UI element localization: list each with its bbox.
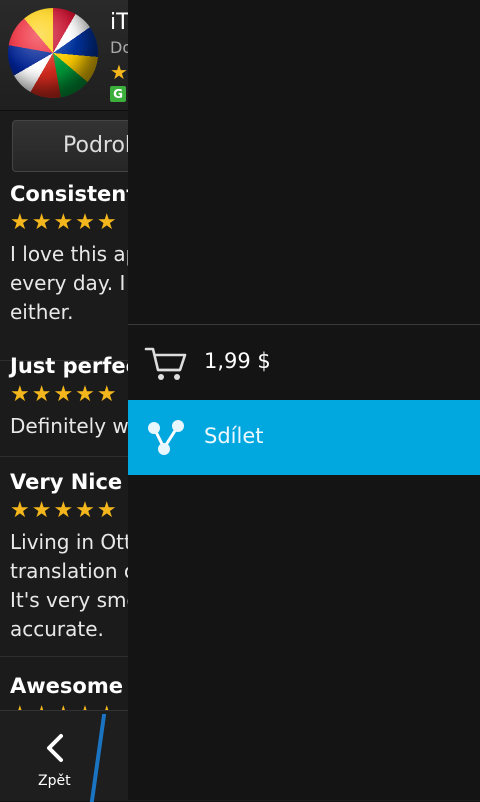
cart-icon xyxy=(144,347,187,380)
action-panel: 1,99 $ Sdílet xyxy=(128,0,480,800)
share-label: Sdílet xyxy=(204,424,264,448)
review-stars: ★★★★★ xyxy=(10,210,119,235)
price-label: 1,99 $ xyxy=(204,349,271,373)
review-text: Living in Ott translation c It's very sm… xyxy=(10,530,139,641)
app-rating-star: ★ xyxy=(110,60,128,84)
review-title: Awesome xyxy=(10,674,123,698)
review-text: I love this ap every day. I either. xyxy=(10,242,139,324)
app-globe-icon xyxy=(8,8,98,98)
back-label: Zpět xyxy=(38,773,71,789)
share-icon xyxy=(148,420,184,455)
review-title: Consistent xyxy=(10,182,137,206)
review-stars: ★★★★★ xyxy=(10,382,119,407)
app-content-badge: G xyxy=(110,86,126,102)
review-text: Definitely w xyxy=(10,414,129,438)
review-title: Very Nice xyxy=(10,470,123,494)
chevron-left-icon xyxy=(47,734,63,762)
review-stars: ★★★★★ xyxy=(10,702,119,710)
share-button[interactable]: Sdílet xyxy=(128,400,480,475)
review-stars: ★★★★★ xyxy=(10,498,119,523)
app-title: iT xyxy=(110,10,130,35)
review-title: Just perfec xyxy=(10,354,139,378)
buy-price-button[interactable]: 1,99 $ xyxy=(128,325,480,400)
